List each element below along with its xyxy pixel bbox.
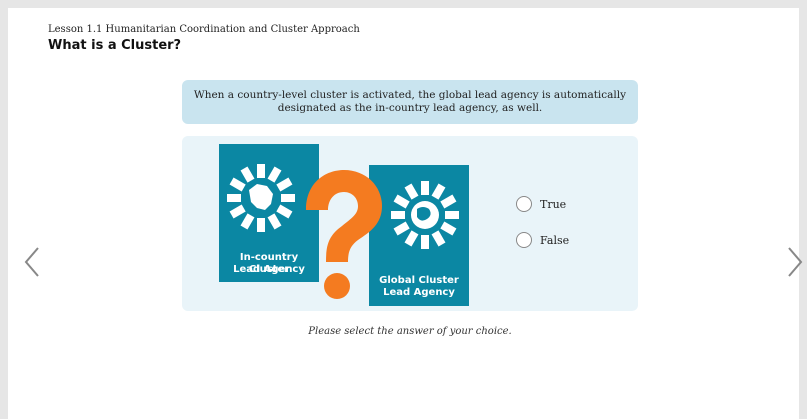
chevron-left-icon[interactable] [20, 244, 44, 280]
question-mark-icon [306, 170, 382, 299]
page-title: What is a Cluster? [48, 38, 182, 53]
false-label[interactable]: False [540, 234, 569, 247]
instruction-hint: Please select the answer of your choice. [308, 326, 512, 337]
question-box: When a country-level cluster is activate… [182, 80, 638, 124]
false-radio[interactable] [516, 232, 532, 248]
chevron-right-icon[interactable] [783, 244, 807, 280]
true-label[interactable]: True [540, 198, 566, 211]
question-text: When a country-level cluster is activate… [193, 89, 627, 114]
true-radio[interactable] [516, 196, 532, 212]
answer-false-option[interactable]: False [516, 232, 569, 248]
lesson-label: Lesson 1.1 Humanitarian Coordination and… [48, 24, 360, 35]
answer-true-option[interactable]: True [516, 196, 566, 212]
